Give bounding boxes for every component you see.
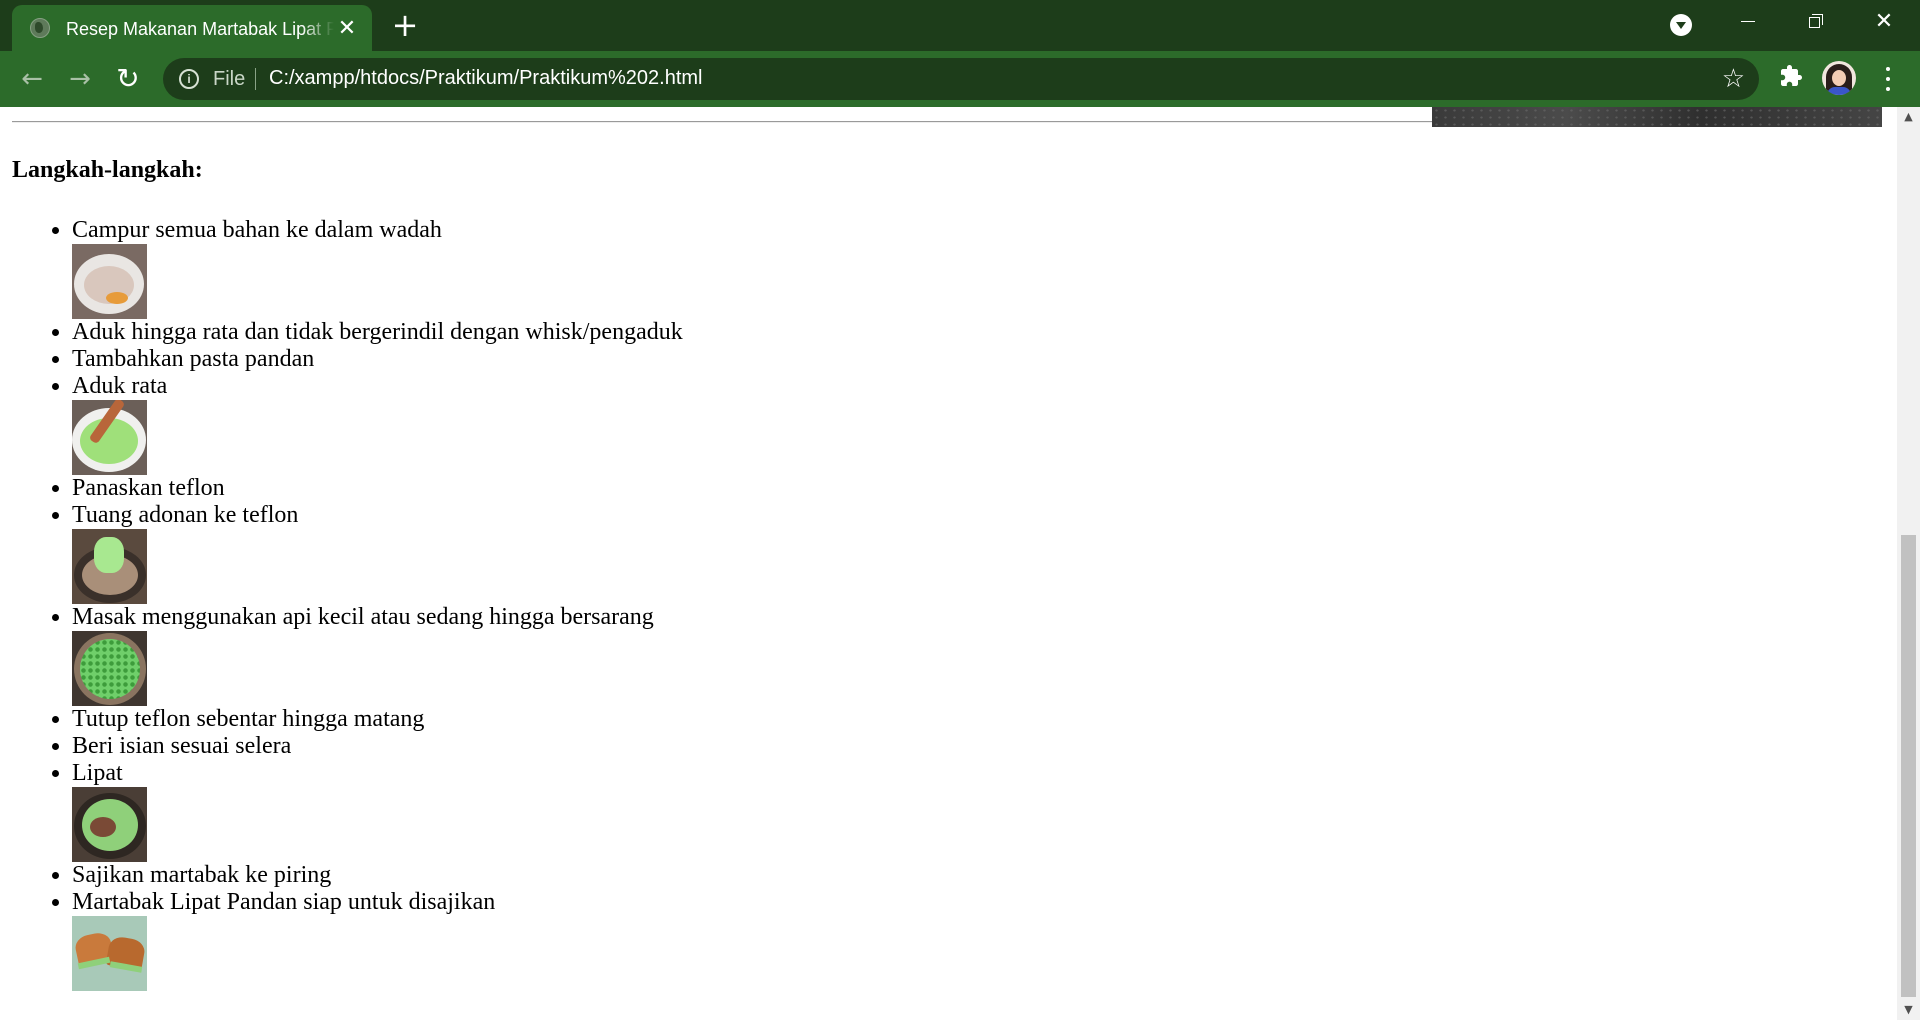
vertical-scrollbar[interactable]: ▲ ▼ — [1897, 107, 1920, 1020]
window-close-button[interactable]: ✕ — [1856, 0, 1912, 44]
list-item: Martabak Lipat Pandan siap untuk disajik… — [72, 889, 683, 991]
list-item: Campur semua bahan ke dalam wadah — [72, 217, 683, 319]
bookmark-star-icon[interactable]: ☆ — [1722, 64, 1745, 94]
url-scheme-label: File — [213, 68, 246, 90]
step-text: Tuang adonan ke teflon — [72, 502, 299, 528]
step-text: Sajikan martabak ke piring — [72, 862, 332, 888]
restore-icon-front — [1809, 17, 1820, 28]
list-item: Lipat — [72, 760, 683, 862]
address-separator — [255, 68, 256, 90]
tab-close-icon[interactable]: ✕ — [334, 15, 360, 41]
scroll-down-arrow-icon[interactable]: ▼ — [1897, 1000, 1920, 1020]
browser-toolbar: ← → ↻ i File C:/xampp/htdocs/Praktikum/P… — [0, 51, 1920, 107]
step-text: Lipat — [72, 760, 123, 786]
browser-titlebar: Resep Makanan Martabak Lipat Pandan ✕ + … — [0, 0, 1920, 51]
scroll-thumb[interactable] — [1901, 535, 1916, 997]
list-item: Beri isian sesuai selera — [72, 733, 683, 760]
step-text: Aduk hingga rata dan tidak bergerindil d… — [72, 319, 683, 345]
list-item: Tutup teflon sebentar hingga matang — [72, 706, 683, 733]
list-item: Sajikan martabak ke piring — [72, 862, 683, 889]
steps-list: Campur semua bahan ke dalam wadah Aduk h… — [12, 217, 683, 991]
new-tab-button[interactable]: + — [390, 9, 420, 41]
step-text: Campur semua bahan ke dalam wadah — [72, 217, 442, 243]
info-icon[interactable]: i — [179, 69, 199, 89]
page-viewport: Langkah-langkah: Campur semua bahan ke d… — [0, 107, 1897, 1020]
step-text: Masak menggunakan api kecil atau sedang … — [72, 604, 654, 630]
browser-menu-icon[interactable] — [1876, 65, 1900, 93]
list-item: Aduk hingga rata dan tidak bergerindil d… — [72, 319, 683, 346]
list-item: Masak menggunakan api kecil atau sedang … — [72, 604, 683, 706]
globe-icon — [30, 18, 50, 38]
minimize-icon — [1741, 21, 1755, 22]
step-text: Panaskan teflon — [72, 475, 225, 501]
step-text: Tutup teflon sebentar hingga matang — [72, 706, 425, 732]
tab-search-icon[interactable] — [1670, 14, 1692, 36]
recipe-photo-partial — [1432, 107, 1882, 127]
step-image-whisk — [72, 400, 147, 475]
list-item: Tuang adonan ke teflon — [72, 502, 683, 604]
profile-avatar[interactable] — [1822, 61, 1856, 95]
step-text: Beri isian sesuai selera — [72, 733, 292, 759]
step-image-served — [72, 916, 147, 991]
reload-button[interactable]: ↻ — [112, 63, 144, 95]
step-text: Martabak Lipat Pandan siap untuk disajik… — [72, 889, 496, 915]
forward-button[interactable]: → — [64, 63, 96, 95]
restore-button[interactable] — [1788, 0, 1844, 44]
horizontal-rule — [12, 121, 1432, 123]
address-bar[interactable]: i File C:/xampp/htdocs/Praktikum/Praktik… — [163, 58, 1759, 100]
url-text[interactable]: C:/xampp/htdocs/Praktikum/Praktikum%202.… — [269, 67, 703, 90]
minimize-button[interactable] — [1720, 0, 1776, 44]
scroll-up-arrow-icon[interactable]: ▲ — [1897, 107, 1920, 127]
tab-title: Resep Makanan Martabak Lipat Pandan — [66, 19, 334, 39]
step-text: Aduk rata — [72, 373, 168, 399]
step-image-pour — [72, 529, 147, 604]
list-item: Panaskan teflon — [72, 475, 683, 502]
steps-heading: Langkah-langkah: — [12, 157, 203, 183]
step-image-bowl — [72, 244, 147, 319]
list-item: Tambahkan pasta pandan — [72, 346, 683, 373]
list-item: Aduk rata — [72, 373, 683, 475]
step-image-cooking — [72, 631, 147, 706]
step-image-fold — [72, 787, 147, 862]
extensions-puzzle-icon[interactable] — [1779, 64, 1803, 88]
browser-tab[interactable]: Resep Makanan Martabak Lipat Pandan ✕ — [12, 5, 372, 51]
step-text: Tambahkan pasta pandan — [72, 346, 315, 372]
back-button[interactable]: ← — [16, 63, 48, 95]
